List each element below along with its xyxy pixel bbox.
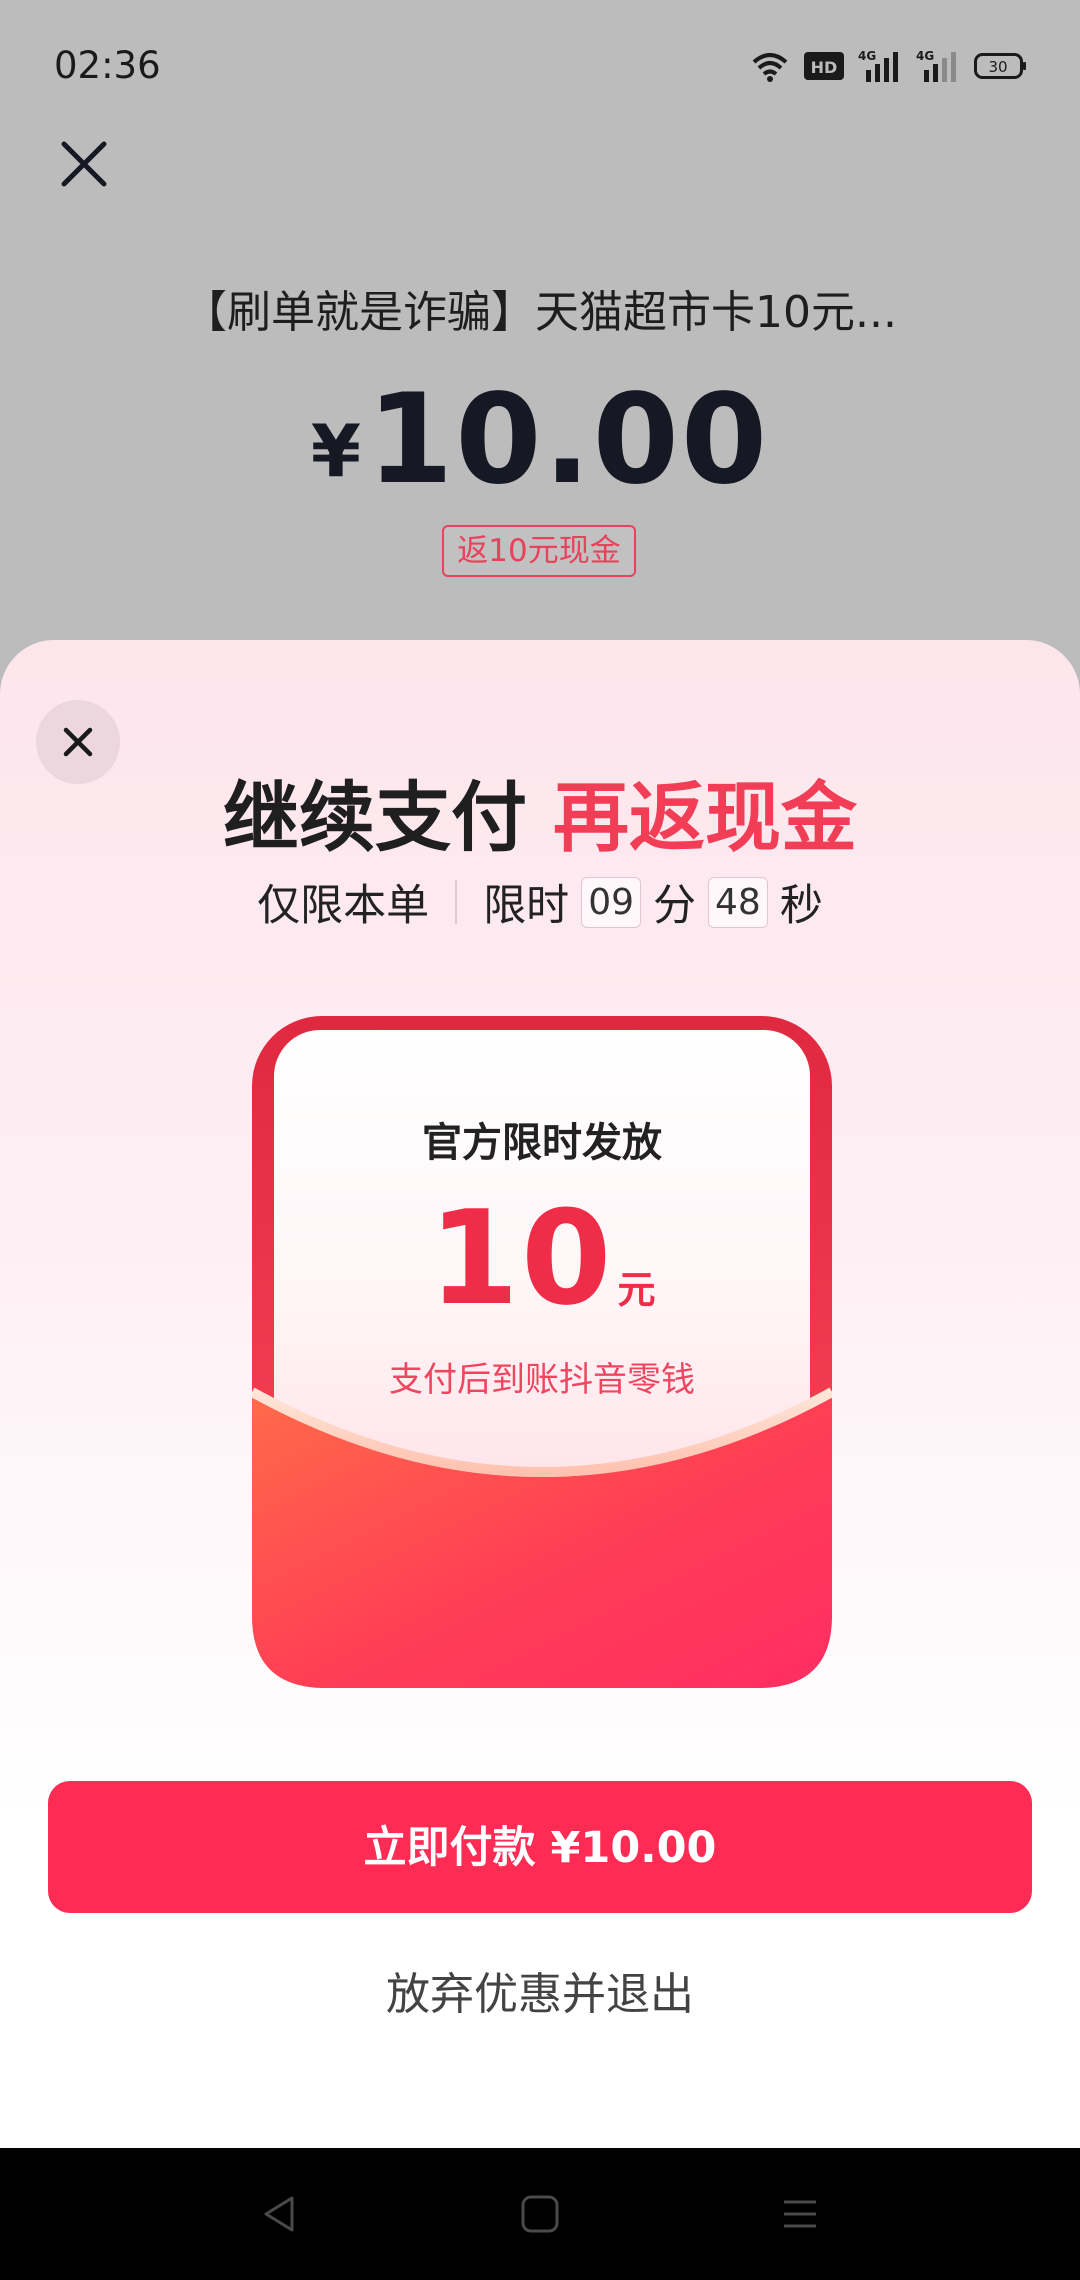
headline-dark: 继续支付 (223, 773, 527, 862)
status-time: 02:36 (54, 44, 161, 87)
seconds-unit: 秒 (779, 881, 823, 931)
divider (455, 880, 458, 924)
limit-text: 仅限本单 (257, 881, 430, 931)
cashback-tag: 返10元现金 (442, 525, 636, 577)
signal-icon: 4G (858, 49, 898, 82)
wifi-icon (752, 53, 788, 82)
headline-red: 再返现金 (553, 773, 857, 862)
home-icon[interactable] (518, 2192, 562, 2236)
close-icon[interactable] (56, 136, 112, 192)
currency-symbol: ¥ (310, 409, 361, 493)
back-icon[interactable] (258, 2192, 302, 2236)
pay-now-button[interactable]: 立即付款 ¥10.00 (48, 1781, 1032, 1913)
status-icons: HD 4G 4G 30 (750, 46, 1028, 86)
retention-sheet: 继续支付 再返现金 仅限本单 限时 09 分 48 秒 官方限时发放 10 元 支付… (0, 640, 1080, 2148)
close-icon (63, 727, 93, 757)
timer-label: 限时 (483, 881, 570, 931)
product-price: ¥10.00 (0, 368, 1080, 512)
product-title: 【刷单就是诈骗】天猫超市卡10元... (183, 287, 897, 338)
countdown-minutes: 09 (581, 876, 641, 928)
menu-icon[interactable] (778, 2192, 822, 2236)
countdown-seconds: 48 (708, 876, 768, 928)
envelope-front (252, 1387, 832, 1688)
red-envelope: 官方限时发放 10 元 支付后到账抖音零钱 (252, 1016, 832, 1696)
status-bar: 02:36 HD 4G 4G 30 (0, 0, 1080, 130)
network-label-1: 4G (858, 49, 876, 63)
price-amount: 10.00 (366, 368, 770, 512)
system-nav-bar (0, 2148, 1080, 2280)
network-label-2: 4G (916, 49, 934, 63)
countdown-line: 仅限本单 限时 09 分 48 秒 (0, 872, 1080, 932)
minutes-unit: 分 (653, 881, 696, 931)
battery-icon: 30 (974, 53, 1026, 79)
hd-icon: HD (804, 52, 844, 80)
headline: 继续支付 再返现金 (0, 756, 1080, 866)
battery-level: 30 (988, 58, 1007, 76)
hd-label: HD (811, 58, 838, 77)
abandon-link[interactable]: 放弃优惠并退出 (0, 1958, 1080, 2022)
signal-icon: 4G (916, 49, 956, 82)
